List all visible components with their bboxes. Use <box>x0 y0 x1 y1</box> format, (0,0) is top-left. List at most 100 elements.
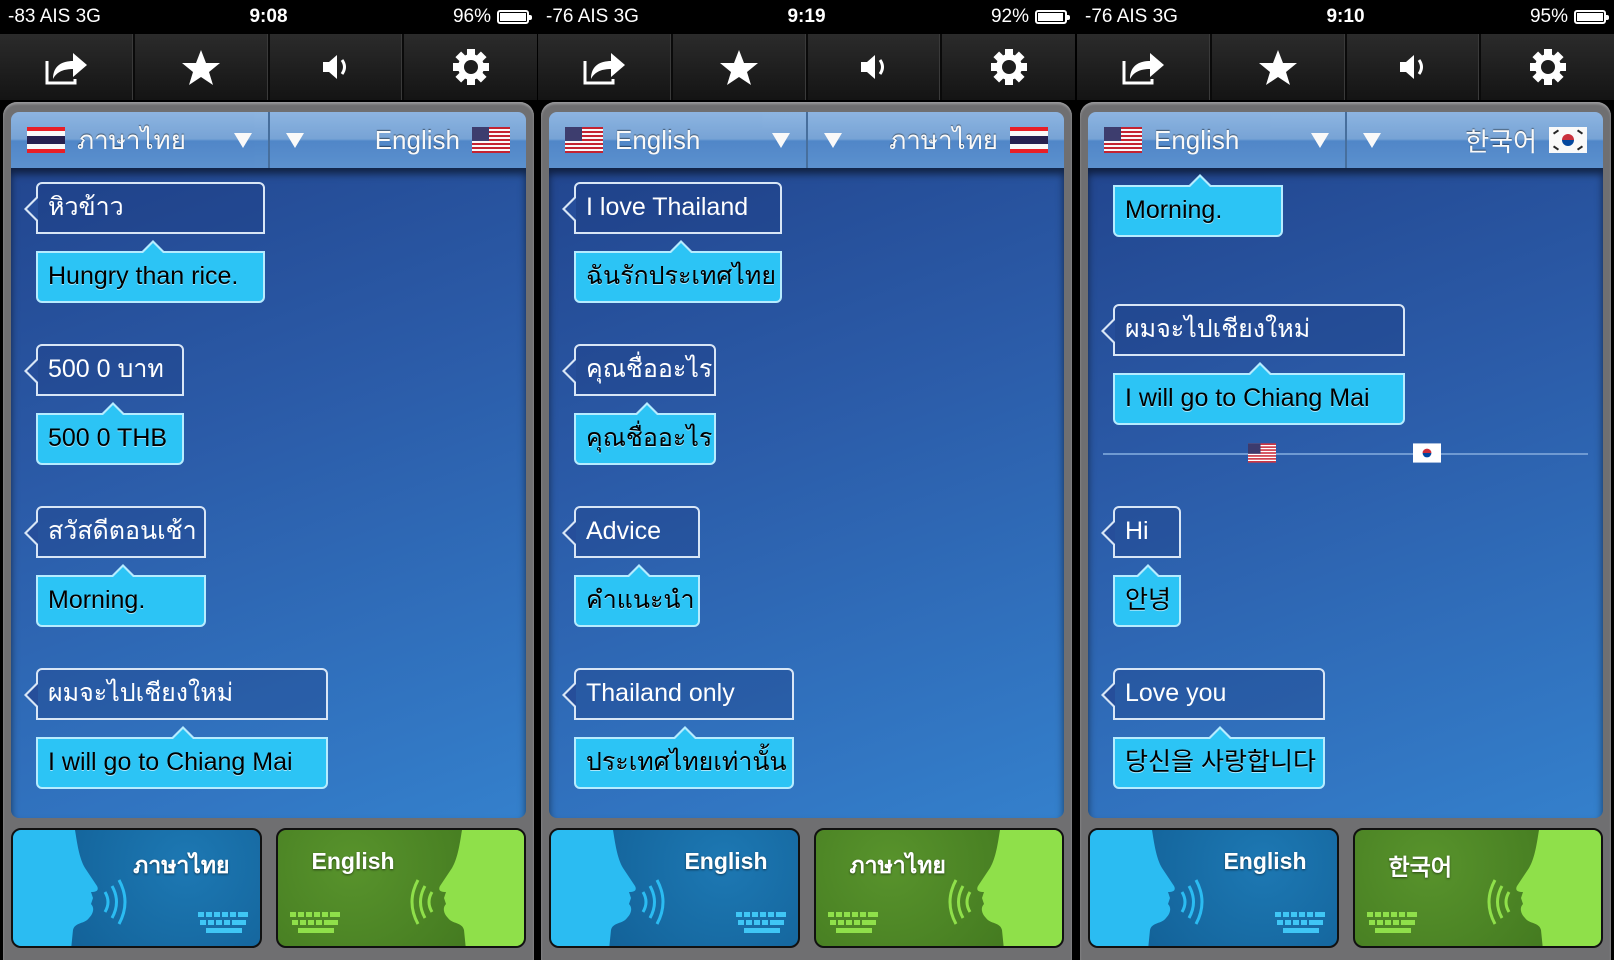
share-icon <box>45 53 88 85</box>
settings-button[interactable] <box>1481 34 1614 100</box>
favorites-button[interactable] <box>673 34 808 100</box>
source-bubble[interactable]: Love you <box>1101 668 1325 720</box>
target-language-select[interactable]: English <box>267 112 526 168</box>
target-bubble[interactable]: Hungry than rice. <box>36 240 265 303</box>
source-bubble[interactable]: Advice <box>562 506 700 558</box>
share-button[interactable] <box>538 34 673 100</box>
favorites-button[interactable] <box>135 34 270 100</box>
speaking-head-icon <box>551 830 665 946</box>
settings-button[interactable] <box>404 34 537 100</box>
speak-buttons: English ภาษาไทย <box>549 828 1064 948</box>
source-text: สวัสดีตอนเช้า <box>48 517 197 545</box>
target-bubble[interactable]: I will go to Chiang Mai <box>36 726 328 789</box>
translation-pair[interactable]: คุณชื่ออะไร คุณชื่ออะไร <box>562 344 716 465</box>
source-bubble[interactable]: หิวข้าว <box>24 182 265 234</box>
target-text: Morning. <box>1125 196 1223 224</box>
target-text: Morning. <box>48 586 146 614</box>
share-button[interactable] <box>1077 34 1212 100</box>
speak-source-button[interactable]: ภาษาไทย <box>11 828 262 948</box>
language-switch-divider <box>1103 443 1588 463</box>
source-bubble[interactable]: สวัสดีตอนเช้า <box>24 506 206 558</box>
speak-source-label: English <box>684 848 768 874</box>
settings-button[interactable] <box>942 34 1075 100</box>
conversation-area[interactable]: I love Thailand ฉันรักประเทศไทย คุณชื่ออ… <box>549 168 1064 818</box>
dropdown-arrow-icon <box>1310 132 1329 148</box>
translation-pair[interactable]: สวัสดีตอนเช้า Morning. <box>1113 168 1283 237</box>
target-bubble[interactable]: 500 0 THB <box>36 402 184 465</box>
translation-pair[interactable]: Love you 당신을 사랑합니다 <box>1101 668 1325 789</box>
target-language-select[interactable]: 한국어 <box>1344 112 1603 168</box>
target-bubble[interactable]: คำแนะนำ <box>574 564 700 627</box>
target-bubble[interactable]: 안녕 <box>1113 564 1181 627</box>
speak-target-button[interactable]: ภาษาไทย <box>813 828 1064 948</box>
source-bubble[interactable]: 500 0 บาท <box>24 344 184 396</box>
language-bar: English ภาษาไทย <box>549 112 1064 168</box>
keyboard-icon[interactable] <box>735 912 786 934</box>
battery-indicator: 92% <box>991 6 1070 28</box>
battery-percent: 96% <box>452 6 491 27</box>
target-bubble[interactable]: 당신을 사랑합니다 <box>1113 726 1325 789</box>
translation-pair[interactable]: หิวข้าว Hungry than rice. <box>24 182 265 303</box>
source-bubble[interactable]: คุณชื่ออะไร <box>562 344 716 396</box>
translation-pair[interactable]: 500 0 บาท 500 0 THB <box>24 344 184 465</box>
speak-source-label: English <box>1223 848 1307 874</box>
target-bubble[interactable]: Morning. <box>1113 174 1283 237</box>
share-button[interactable] <box>0 34 135 100</box>
translation-pair[interactable]: Hi 안녕 <box>1101 506 1181 627</box>
target-language-select[interactable]: ภาษาไทย <box>805 112 1064 168</box>
translation-pair[interactable]: I love Thailand ฉันรักประเทศไทย <box>562 182 782 303</box>
keyboard-icon[interactable] <box>1274 912 1325 934</box>
source-bubble[interactable]: Hi <box>1101 506 1181 558</box>
source-text: Hi <box>1125 517 1149 545</box>
speak-target-button[interactable]: 한국어 <box>1352 828 1603 948</box>
source-language-label: English <box>615 124 701 155</box>
conversation-area[interactable]: สวัสดีตอนเช้า Morning. ผมจะไปเชียงใหม่ I… <box>1088 168 1603 818</box>
keyboard-icon[interactable] <box>197 912 248 934</box>
battery-indicator: 95% <box>1530 6 1609 28</box>
source-bubble[interactable]: Thailand only <box>562 668 794 720</box>
battery-icon <box>497 10 532 24</box>
target-bubble[interactable]: I will go to Chiang Mai <box>1113 362 1405 425</box>
target-text: ฉันรักประเทศไทย <box>586 262 777 290</box>
keyboard-icon[interactable] <box>1366 912 1417 934</box>
target-bubble[interactable]: Morning. <box>36 564 206 627</box>
source-language-select[interactable]: ภาษาไทย <box>11 112 268 168</box>
speaker-button[interactable] <box>808 34 943 100</box>
translation-pair[interactable]: ผมจะไปเชียงใหม่ I will go to Chiang Mai <box>1101 304 1405 425</box>
source-language-select[interactable]: English <box>549 112 806 168</box>
source-bubble[interactable]: ผมจะไปเชียงใหม่ <box>24 668 328 720</box>
speak-source-button[interactable]: English <box>549 828 800 948</box>
target-text: 당신을 사랑합니다 <box>1125 748 1316 776</box>
conversation-area[interactable]: หิวข้าว Hungry than rice. 500 0 บาท 500 … <box>11 168 526 818</box>
source-language-select[interactable]: English <box>1088 112 1345 168</box>
us-flag-icon <box>1104 127 1142 153</box>
battery-icon <box>1035 10 1070 24</box>
keyboard-icon[interactable] <box>289 912 340 934</box>
translation-pair[interactable]: สวัสดีตอนเช้า Morning. <box>24 506 206 627</box>
speak-source-button[interactable]: English <box>1088 828 1339 948</box>
target-bubble[interactable]: ประเทศไทยเท่านั้น <box>574 726 794 789</box>
dropdown-arrow-icon <box>285 132 304 148</box>
speak-target-button[interactable]: English <box>275 828 526 948</box>
source-text: Love you <box>1125 679 1227 707</box>
target-language-label: ภาษาไทย <box>889 124 998 155</box>
us-flag-icon <box>1248 443 1276 463</box>
translator-frame: English 한국어 สวัสดีตอนเช้า Morning. ผมจะไ… <box>1080 102 1611 960</box>
target-bubble[interactable]: ฉันรักประเทศไทย <box>574 240 782 303</box>
translation-pair[interactable]: Thailand only ประเทศไทยเท่านั้น <box>562 668 794 789</box>
translation-pair[interactable]: ผมจะไปเชียงใหม่ I will go to Chiang Mai <box>24 668 328 789</box>
keyboard-icon[interactable] <box>827 912 878 934</box>
favorites-button[interactable] <box>1212 34 1347 100</box>
source-bubble[interactable]: ผมจะไปเชียงใหม่ <box>1101 304 1405 356</box>
translation-pair[interactable]: Advice คำแนะนำ <box>562 506 700 627</box>
speaker-button[interactable] <box>1347 34 1482 100</box>
source-text: หิวข้าว <box>48 193 124 221</box>
source-bubble[interactable]: I love Thailand <box>562 182 782 234</box>
source-text: ผมจะไปเชียงใหม่ <box>1125 315 1311 343</box>
speaker-button[interactable] <box>270 34 405 100</box>
target-text: Hungry than rice. <box>48 262 239 290</box>
target-bubble[interactable]: คุณชื่ออะไร <box>574 402 716 465</box>
thai-flag-icon <box>1010 127 1048 153</box>
speaker-icon <box>860 55 884 79</box>
speaker-icon <box>322 55 346 79</box>
